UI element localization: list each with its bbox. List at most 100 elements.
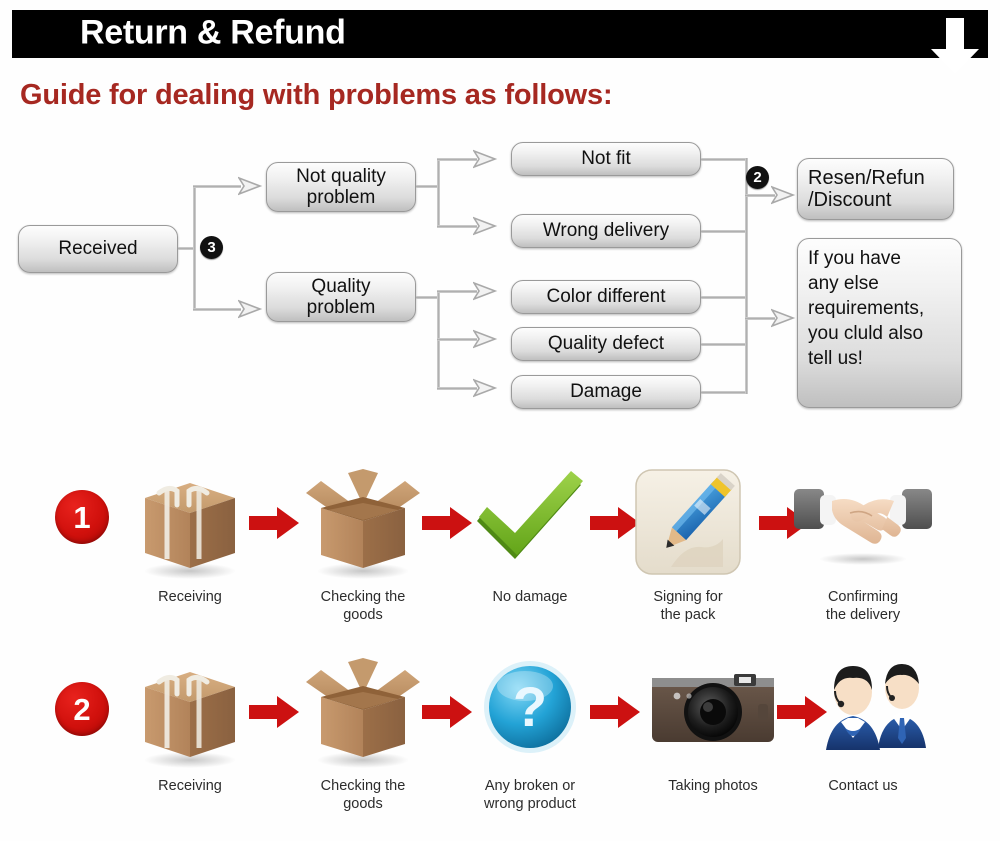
step-caption: Confirming the delivery (825, 589, 901, 623)
step-caption: Checking the goods (320, 589, 406, 623)
connector (437, 158, 477, 161)
flow-box-wrong-delivery: Wrong delivery (511, 214, 701, 248)
connector (701, 391, 747, 394)
red-arrow-icon (590, 696, 640, 728)
closed-box-icon (144, 672, 236, 768)
step-no-damage: No damage (455, 463, 605, 607)
flow-box-color-different: Color different (511, 280, 701, 314)
step-art (788, 652, 938, 772)
flow-box-label: Quality problem (306, 275, 376, 318)
badge-step-three: 3 (200, 236, 223, 259)
chevron-arrow-icon (473, 149, 498, 169)
flow-box-label: Damage (570, 381, 642, 403)
connector (701, 296, 747, 299)
connector (437, 290, 477, 293)
flow-box-not-fit: Not fit (511, 142, 701, 176)
problem-flowchart: Received 3 Not quality problem Quality p… (0, 130, 1000, 430)
connector (178, 247, 194, 250)
chevron-arrow-icon (473, 329, 498, 349)
step-caption: Signing for the pack (653, 589, 723, 623)
flow-box-damage: Damage (511, 375, 701, 409)
flow-box-received: Received (18, 225, 178, 273)
steps-row-1: 1 Receiving Checking the goods No damage… (0, 455, 1000, 645)
flow-box-resend-refund-discount: Resen/Refun /Discount (797, 158, 954, 220)
step-caption: Contact us (828, 778, 898, 794)
step-receiving-2: Receiving (115, 652, 265, 796)
header-bar: Return & Refund (12, 10, 988, 74)
step-art (288, 652, 438, 772)
step-art (613, 463, 763, 583)
closed-box-icon (144, 483, 236, 579)
flow-box-quality-problem: Quality problem (266, 272, 416, 322)
connector (437, 338, 477, 341)
connector (193, 308, 241, 311)
step-confirming-delivery: Confirming the delivery (788, 463, 938, 624)
step-art (638, 652, 788, 772)
step-signing-pack: Signing for the pack (613, 463, 763, 624)
step-art (288, 463, 438, 583)
flow-box-quality-defect: Quality defect (511, 327, 701, 361)
connector (701, 158, 747, 161)
step-caption: Taking photos (668, 778, 758, 794)
steps-row-2: 2 Receiving Checking the goods ? Any bro… (0, 640, 1000, 830)
return-refund-page: Return & Refund Guide for dealing with p… (0, 0, 1000, 841)
step-caption: Receiving (158, 589, 222, 605)
step-art: ? (455, 652, 605, 772)
support-agents-icon (826, 664, 926, 750)
connector (193, 185, 196, 310)
flow-box-label: Wrong delivery (542, 220, 670, 242)
connector (416, 296, 438, 299)
chevron-arrow-icon (473, 216, 498, 236)
row-number-badge: 2 (55, 682, 109, 736)
chevron-arrow-icon (771, 308, 796, 328)
flow-box-label: Not quality problem (296, 165, 386, 208)
chevron-arrow-icon (771, 185, 796, 205)
step-caption: Checking the goods (320, 778, 406, 812)
connector (701, 343, 747, 346)
step-contact-us: Contact us (788, 652, 938, 796)
step-checking-goods: Checking the goods (288, 463, 438, 624)
chevron-arrow-icon (473, 378, 498, 398)
question-mark-icon: ? (484, 661, 576, 753)
flow-box-label: Color different (546, 286, 666, 308)
badge-step-two: 2 (746, 166, 769, 189)
page-title: Return & Refund (80, 13, 346, 52)
flow-box-label: Received (58, 238, 138, 260)
chevron-arrow-icon (238, 176, 263, 196)
open-box-icon (306, 658, 420, 768)
flow-box-label: Resen/Refun /Discount (808, 166, 925, 211)
step-taking-photos: Taking photos (638, 652, 788, 796)
step-art (455, 463, 605, 583)
step-art (115, 463, 265, 583)
chevron-arrow-icon (473, 281, 498, 301)
connector (437, 225, 477, 228)
step-caption: Receiving (158, 778, 222, 794)
step-caption: Any broken or wrong product (484, 778, 576, 812)
step-any-broken: ? Any broken or wrong product (455, 652, 605, 813)
download-arrow-icon (931, 18, 979, 74)
chevron-arrow-icon (238, 299, 263, 319)
flow-box-not-quality-problem: Not quality problem (266, 162, 416, 212)
green-check-icon (477, 471, 583, 559)
step-receiving: Receiving (115, 463, 265, 607)
step-caption: No damage (492, 589, 568, 605)
svg-text:?: ? (513, 675, 547, 738)
flow-box-label: Not fit (581, 148, 631, 170)
step-art (788, 463, 938, 583)
row-number-badge: 1 (55, 490, 109, 544)
connector (416, 185, 438, 188)
pencil-sign-icon (635, 469, 741, 575)
handshake-icon (794, 489, 932, 565)
flow-box-other-requirements: If you have any else requirements, you c… (797, 238, 962, 408)
connector (193, 185, 241, 188)
open-box-icon (306, 469, 420, 579)
flow-box-label: Quality defect (547, 333, 665, 355)
step-checking-goods-2: Checking the goods (288, 652, 438, 813)
camera-icon (652, 674, 774, 742)
connector (437, 387, 477, 390)
flow-box-label: If you have any else requirements, you c… (808, 248, 925, 370)
connector (437, 158, 440, 228)
step-art (115, 652, 265, 772)
connector (701, 230, 747, 233)
guide-heading: Guide for dealing with problems as follo… (20, 79, 613, 111)
